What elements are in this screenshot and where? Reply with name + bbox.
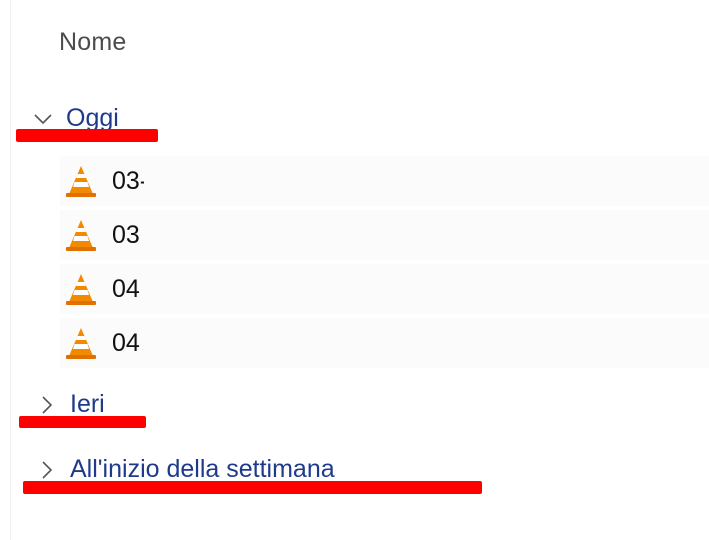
file-name: 03-: [112, 166, 144, 195]
group-label-yesterday: Ieri: [70, 390, 105, 418]
chevron-down-icon[interactable]: [32, 108, 54, 130]
column-header-name[interactable]: Nome: [59, 28, 127, 57]
vlc-cone-icon: [66, 220, 96, 251]
vlc-cone-icon: [66, 328, 96, 359]
chevron-right-icon[interactable]: [36, 394, 58, 416]
chevron-right-icon[interactable]: [36, 459, 58, 481]
group-label-week: All'inizio della settimana: [70, 455, 335, 483]
red-underline-mark: [23, 481, 482, 494]
vlc-cone-icon: [66, 166, 96, 197]
file-name: 04: [112, 274, 140, 303]
file-name: 03: [112, 220, 140, 249]
file-row[interactable]: 04: [60, 264, 709, 314]
red-underline-mark: [19, 416, 146, 428]
group-header-week[interactable]: All'inizio della settimana: [36, 455, 335, 484]
group-header-yesterday[interactable]: Ieri: [36, 390, 105, 419]
pane-left-edge: [0, 0, 11, 540]
red-underline-mark: [16, 129, 158, 142]
file-row[interactable]: 03-: [60, 156, 709, 206]
file-row[interactable]: 03: [60, 210, 709, 260]
file-row[interactable]: 04: [60, 318, 709, 368]
file-name: 04: [112, 328, 140, 357]
vlc-cone-icon: [66, 274, 96, 305]
